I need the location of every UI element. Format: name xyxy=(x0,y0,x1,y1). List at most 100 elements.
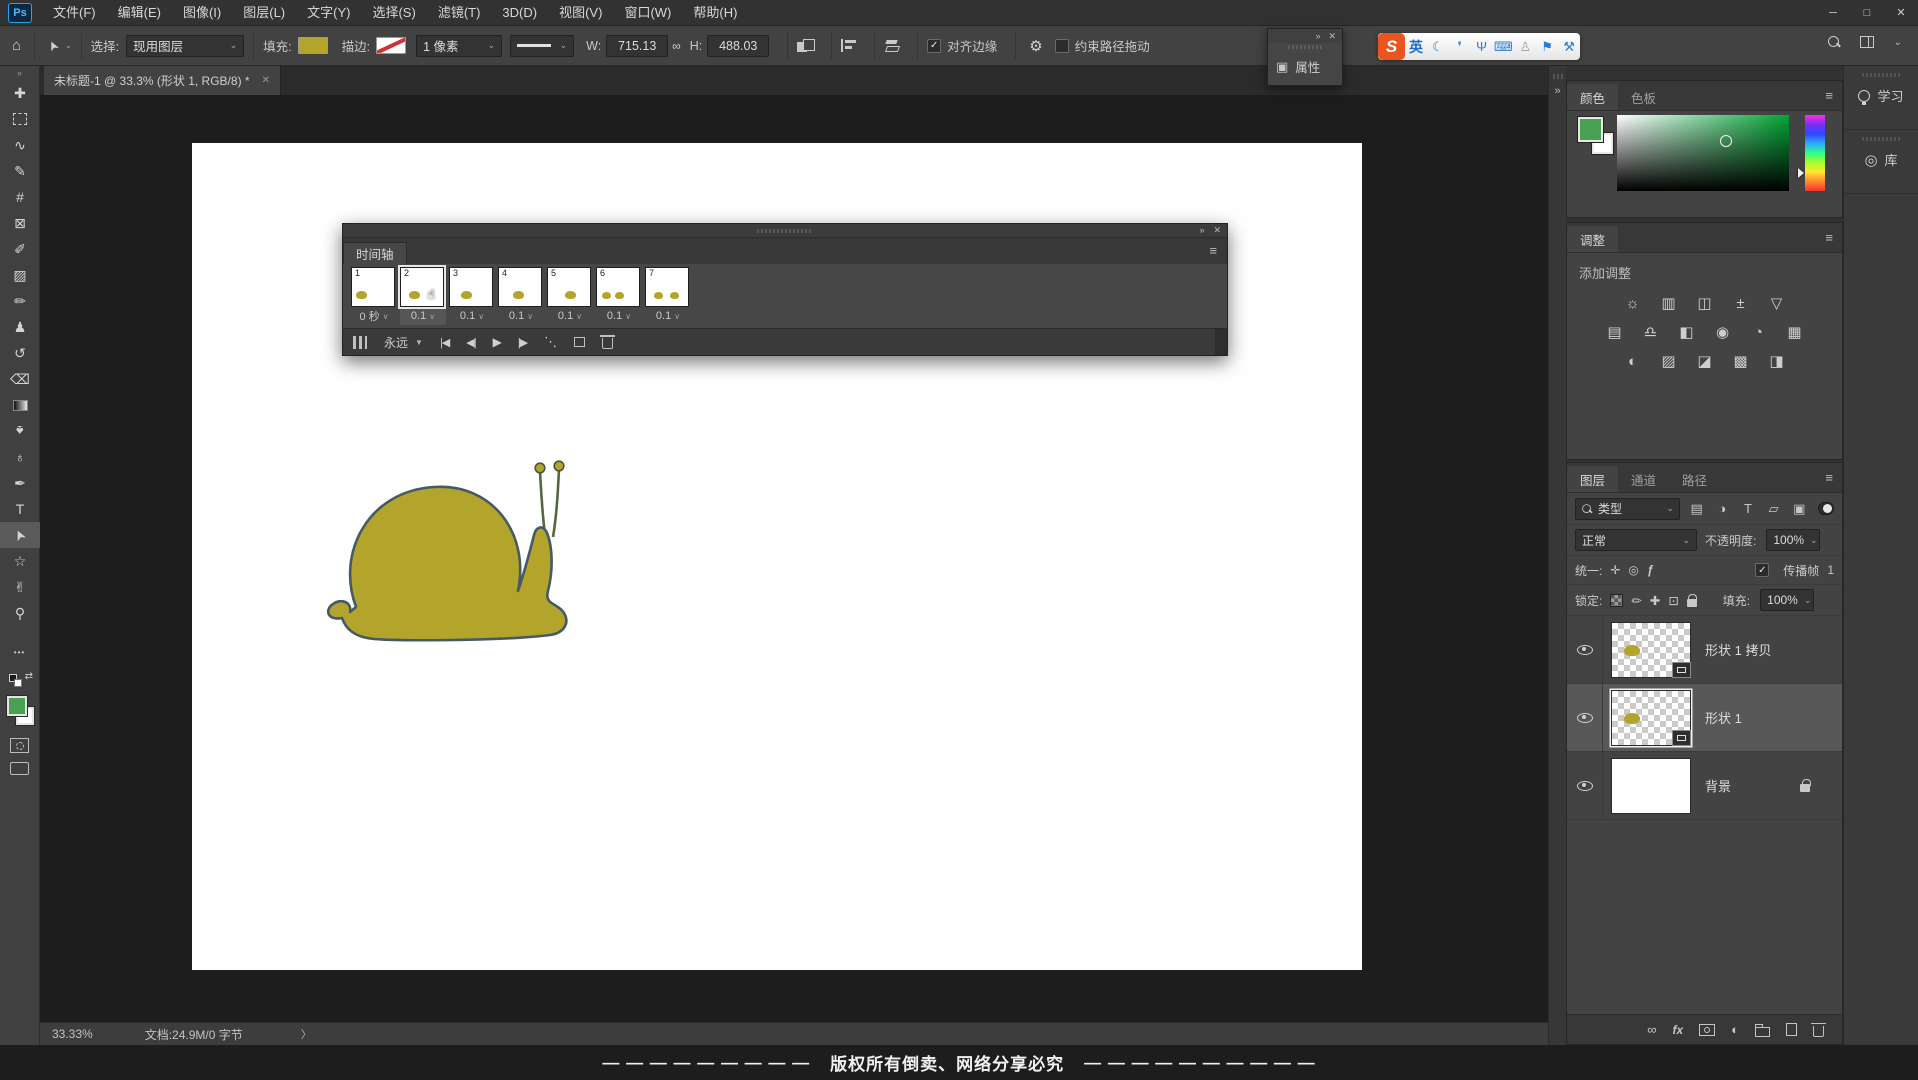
path-selection-tool[interactable]: ➤ xyxy=(0,522,40,548)
frame-3[interactable]: 3 0.1 ∨ xyxy=(449,267,495,328)
collapse-dock-icon[interactable]: » xyxy=(1549,85,1566,97)
previous-frame-button[interactable]: ◀| xyxy=(466,336,476,349)
menu-edit[interactable]: 编辑(E) xyxy=(107,0,172,26)
sogou-night-mode-icon[interactable]: ☾ xyxy=(1427,39,1449,55)
constrain-path-checkbox[interactable]: ✓ xyxy=(1054,38,1069,53)
home-icon[interactable]: ⌂ xyxy=(8,37,25,54)
panel-grip[interactable] xyxy=(1288,45,1322,49)
tween-frames-icon[interactable]: ⋱ xyxy=(544,334,557,350)
foreground-color-swatch[interactable] xyxy=(6,695,28,717)
toolbar-grip[interactable]: » xyxy=(0,66,39,80)
shape-height-input[interactable]: 488.03 xyxy=(707,34,770,57)
stroke-type-dropdown[interactable]: ⌄ xyxy=(510,34,575,57)
panel-grip[interactable] xyxy=(1552,74,1563,79)
vibrance-icon[interactable]: ▽ xyxy=(1765,293,1788,313)
menu-image[interactable]: 图像(I) xyxy=(172,0,232,26)
stroke-color-swatch[interactable] xyxy=(376,37,407,54)
layer-row-background[interactable]: 背景 xyxy=(1567,752,1842,820)
layer-style-icon[interactable]: fx xyxy=(1672,1023,1683,1037)
path-alignment-icon[interactable] xyxy=(841,39,857,52)
frame-2-selected[interactable]: 2 ☝ 0.1 ∨ xyxy=(400,267,446,328)
frame-7[interactable]: 7 0.1 ∨ xyxy=(645,267,691,328)
minimize-button[interactable]: ─ xyxy=(1816,0,1850,26)
panel-resize-corner[interactable] xyxy=(1215,329,1227,355)
layer-name[interactable]: 形状 1 拷贝 xyxy=(1705,640,1771,659)
link-dimensions-icon[interactable]: ∞ xyxy=(668,39,685,53)
tab-color[interactable]: 颜色 xyxy=(1567,84,1619,110)
filter-adjustment-layers-icon[interactable]: ◑ xyxy=(1714,501,1732,516)
panel-grip[interactable] xyxy=(757,228,813,233)
tab-swatches[interactable]: 色板 xyxy=(1618,84,1669,110)
sogou-account-icon[interactable]: ♙ xyxy=(1514,39,1536,55)
menu-layer[interactable]: 图层(L) xyxy=(232,0,296,26)
lock-position-icon[interactable]: ✚ xyxy=(1650,593,1660,608)
frame-duration[interactable]: 0.1 ∨ xyxy=(400,307,446,325)
layer-thumbnail[interactable] xyxy=(1611,689,1691,746)
close-panel-icon[interactable]: ✕ xyxy=(1213,225,1221,236)
layer-filter-dropdown[interactable]: 类型 ⌄ xyxy=(1575,497,1680,520)
tab-channels[interactable]: 通道 xyxy=(1618,466,1669,492)
shape-width-input[interactable]: 715.13 xyxy=(606,34,669,57)
stroke-width-dropdown[interactable]: 1 像素 ⌄ xyxy=(416,34,503,57)
libraries-panel-button[interactable]: ◎ 库 xyxy=(1844,130,1918,194)
zoom-tool[interactable]: ⚲ xyxy=(0,600,40,626)
frame-tool[interactable]: ⊠ xyxy=(0,210,40,236)
sogou-logo-icon[interactable]: S xyxy=(1378,33,1405,60)
quick-selection-tool[interactable]: ✎ xyxy=(0,158,40,184)
play-button[interactable]: ▶ xyxy=(493,335,502,349)
sogou-keyboard-icon[interactable]: ⌨ xyxy=(1493,39,1515,55)
color-picker-ring[interactable] xyxy=(1720,134,1733,147)
exposure-icon[interactable]: ± xyxy=(1729,293,1752,313)
frame-duration[interactable]: 0.1 ∨ xyxy=(498,307,544,325)
frame-duration[interactable]: 0.1 ∨ xyxy=(645,307,691,325)
frame-duration[interactable]: 0.1 ∨ xyxy=(449,307,495,325)
fill-color-swatch[interactable] xyxy=(297,37,328,54)
zoom-level-value[interactable]: 33.33% xyxy=(52,1027,93,1041)
type-tool[interactable]: T xyxy=(0,496,40,522)
lock-artboard-icon[interactable]: ⊡ xyxy=(1668,593,1678,608)
unify-position-icon[interactable]: ✛ xyxy=(1610,563,1620,577)
black-white-icon[interactable]: ◧ xyxy=(1675,322,1698,342)
sogou-skin-icon[interactable]: ⚑ xyxy=(1536,39,1558,55)
lock-all-icon[interactable] xyxy=(1686,593,1698,607)
blend-mode-dropdown[interactable]: 正常 ⌄ xyxy=(1575,529,1697,551)
fill-opacity-input[interactable]: 100% ⌄ xyxy=(1760,589,1815,611)
status-options-chevron[interactable]: 〉 xyxy=(301,1026,312,1042)
gradient-tool[interactable] xyxy=(0,392,40,418)
custom-shape-tool[interactable]: ☆ xyxy=(0,548,40,574)
path-arrangement-icon[interactable] xyxy=(884,39,899,52)
filter-smart-objects-icon[interactable]: ▣ xyxy=(1790,501,1808,517)
pen-tool[interactable]: ✒ xyxy=(0,470,40,496)
first-frame-button[interactable]: |◀ xyxy=(440,336,450,349)
loop-count-dropdown[interactable]: 永远 ▼ xyxy=(384,334,423,351)
learn-panel-button[interactable]: 学习 xyxy=(1844,66,1918,130)
link-layers-icon[interactable]: ∞ xyxy=(1647,1022,1656,1037)
menu-select[interactable]: 选择(S) xyxy=(361,0,426,26)
eyedropper-tool[interactable]: ✐ xyxy=(0,236,40,262)
edit-toolbar-ellipsis[interactable]: ••• xyxy=(0,648,39,666)
history-brush-tool[interactable]: ↺ xyxy=(0,340,40,366)
hue-saturation-icon[interactable]: ▤ xyxy=(1603,322,1626,342)
threshold-icon[interactable]: ◪ xyxy=(1693,351,1716,371)
hue-slider-arrow[interactable] xyxy=(1798,168,1804,179)
brightness-contrast-icon[interactable]: ☼ xyxy=(1621,293,1644,313)
panel-menu-icon[interactable]: ≡ xyxy=(1825,88,1833,103)
photo-filter-icon[interactable]: ◉ xyxy=(1711,322,1734,342)
sogou-voice-icon[interactable]: Ψ xyxy=(1471,39,1493,54)
tab-paths[interactable]: 路径 xyxy=(1669,466,1720,492)
menu-filter[interactable]: 滤镜(T) xyxy=(427,0,492,26)
opacity-input[interactable]: 100% ⌄ xyxy=(1766,529,1821,551)
collapse-panel-icon[interactable]: » xyxy=(1199,225,1204,236)
unify-visibility-icon[interactable]: ◎ xyxy=(1628,563,1638,577)
maximize-button[interactable]: □ xyxy=(1850,0,1884,26)
selective-color-icon[interactable]: ◨ xyxy=(1765,351,1788,371)
select-mode-dropdown[interactable]: 现用图层 ⌄ xyxy=(126,34,245,57)
tab-adjustments[interactable]: 调整 xyxy=(1567,226,1619,252)
color-lookup-icon[interactable]: ▦ xyxy=(1783,322,1806,342)
posterize-icon[interactable]: ▨ xyxy=(1657,351,1680,371)
menu-window[interactable]: 窗口(W) xyxy=(613,0,682,26)
filter-type-layers-icon[interactable]: T xyxy=(1739,501,1757,516)
foreground-color-swatch[interactable] xyxy=(1577,116,1604,143)
unify-style-icon[interactable]: ƒ xyxy=(1647,563,1654,577)
frame-duration[interactable]: 0.1 ∨ xyxy=(547,307,593,325)
